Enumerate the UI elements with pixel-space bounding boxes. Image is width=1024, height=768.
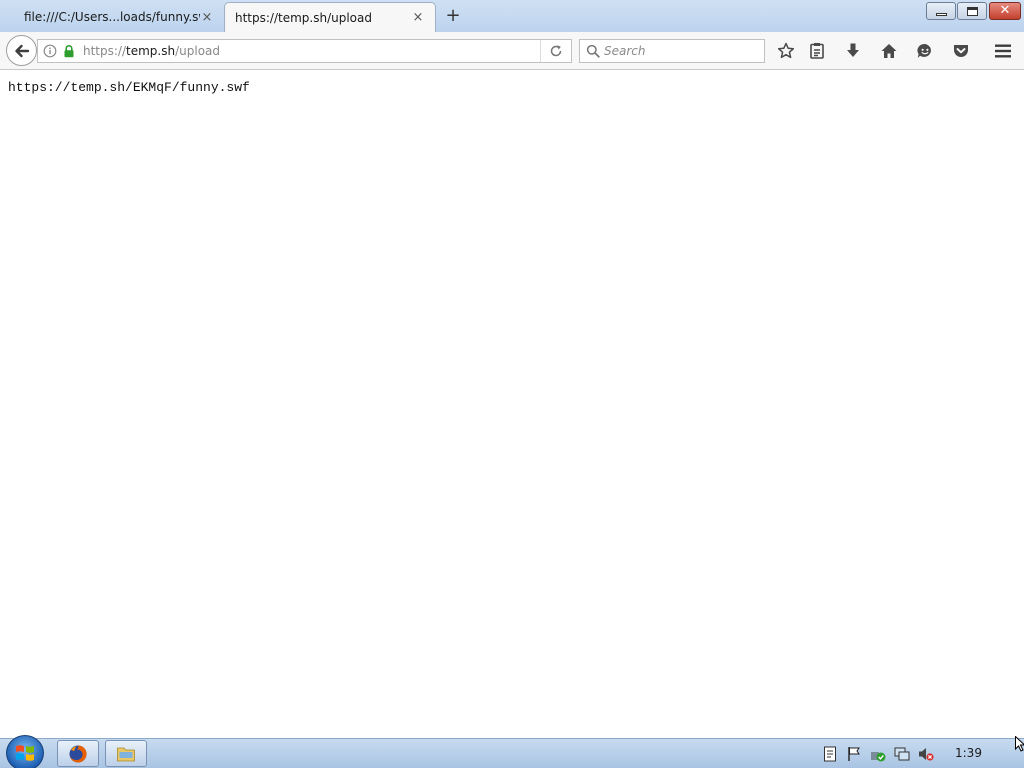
- menu-icon: [995, 44, 1011, 58]
- restore-icon: [966, 6, 978, 16]
- tray-security[interactable]: [870, 746, 886, 762]
- pocket-icon: [954, 45, 968, 57]
- reading-list-button[interactable]: [807, 41, 827, 61]
- tab-close-icon[interactable]: ×: [411, 10, 425, 25]
- firefox-icon: [69, 744, 87, 762]
- tray-action-center[interactable]: [846, 746, 862, 762]
- reload-icon: [550, 45, 562, 57]
- url-text[interactable]: https://temp.sh/upload: [83, 44, 540, 58]
- search-bar[interactable]: [579, 39, 765, 63]
- volume-muted-icon: [919, 748, 934, 761]
- search-icon: [586, 44, 600, 58]
- start-button[interactable]: [6, 735, 44, 768]
- tab-title: https://temp.sh/upload: [235, 10, 372, 25]
- download-icon: [847, 43, 859, 57]
- url-scheme: https://: [83, 44, 127, 58]
- minimize-icon: [935, 12, 947, 16]
- tab-title: file:///C:/Users...loads/funny.swf: [24, 10, 200, 24]
- home-button[interactable]: [879, 41, 899, 61]
- info-icon[interactable]: [43, 44, 57, 58]
- search-input[interactable]: [604, 44, 754, 58]
- back-button[interactable]: [6, 35, 37, 66]
- tab-temp-sh-upload[interactable]: https://temp.sh/upload ×: [224, 2, 436, 32]
- reading-list-icon: [810, 43, 824, 59]
- page-content: https://temp.sh/EKMqF/funny.swf: [0, 71, 1024, 738]
- close-window-button[interactable]: ✕: [989, 2, 1021, 20]
- tray-notes[interactable]: [822, 746, 838, 762]
- hello-button[interactable]: [915, 41, 935, 61]
- navigation-bar: https://temp.sh/upload: [0, 32, 1024, 70]
- url-path: /upload: [175, 44, 221, 58]
- menu-button[interactable]: [993, 41, 1013, 61]
- taskbar-clock[interactable]: 1:39: [955, 746, 982, 760]
- home-icon: [881, 44, 897, 58]
- flag-icon: [848, 747, 860, 761]
- explorer-icon: [117, 747, 135, 761]
- pocket-button[interactable]: [951, 41, 971, 61]
- close-icon: ✕: [999, 3, 1011, 18]
- taskbar: 1:39: [0, 735, 1024, 768]
- back-icon: [14, 44, 29, 57]
- tab-funny-swf[interactable]: file:///C:/Users...loads/funny.swf ×: [0, 2, 224, 32]
- mouse-cursor-icon: [1015, 736, 1024, 752]
- reload-button[interactable]: [541, 40, 571, 62]
- lock-icon[interactable]: [63, 44, 75, 58]
- bookmark-star-icon: [777, 42, 795, 59]
- tab-strip: file:///C:/Users...loads/funny.swf × htt…: [0, 0, 1024, 32]
- new-tab-button[interactable]: +: [444, 6, 462, 26]
- windows-logo-icon: [16, 745, 34, 761]
- notes-icon: [824, 746, 836, 762]
- tab-close-icon[interactable]: ×: [200, 10, 214, 25]
- network-icon: [894, 747, 910, 761]
- security-icon: [871, 752, 886, 762]
- tray-volume[interactable]: [918, 746, 934, 762]
- tray-network[interactable]: [894, 746, 910, 762]
- downloads-button[interactable]: [843, 41, 863, 61]
- url-host: temp.sh: [126, 44, 176, 58]
- upload-result-url: https://temp.sh/EKMqF/funny.swf: [8, 80, 250, 95]
- restore-button[interactable]: [957, 2, 987, 20]
- taskbar-explorer-button[interactable]: [105, 740, 147, 767]
- minimize-button[interactable]: [926, 2, 956, 20]
- emoji-icon: [917, 43, 931, 58]
- url-bar[interactable]: https://temp.sh/upload: [37, 39, 572, 63]
- taskbar-firefox-button[interactable]: [57, 740, 99, 767]
- bookmark-star-button[interactable]: [776, 41, 796, 61]
